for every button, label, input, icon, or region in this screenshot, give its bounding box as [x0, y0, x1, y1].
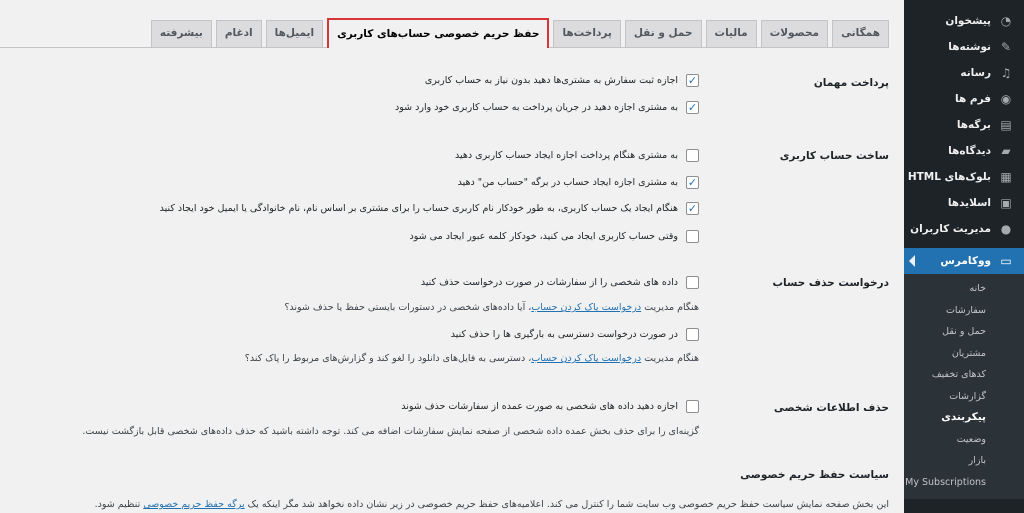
submenu-home[interactable]: خانه — [904, 278, 1024, 300]
privacy-policy-title: سیاست حفظ حریم خصوصی — [740, 469, 889, 481]
dashboard-icon: ◔ — [1000, 14, 1012, 28]
html-blocks-icon: ▦ — [1000, 170, 1012, 184]
media-icon: ♫ — [1000, 66, 1012, 80]
users-icon: ● — [1000, 222, 1012, 236]
tab-integration[interactable]: ادغام — [215, 20, 262, 47]
erasure-request-link[interactable]: درخواست پاک کردن حساب — [531, 302, 641, 313]
tab-payments[interactable]: پرداخت‌ها — [553, 20, 621, 47]
woocommerce-submenu: خانه سفارشات حمل و نقل مشتریان کدهای تخف… — [904, 274, 1024, 499]
erase-downloads-option[interactable]: در صورت درخواست دسترسی به بارگیری ها را … — [451, 328, 699, 341]
tab-products[interactable]: محصولات — [760, 20, 829, 47]
submenu-shipping[interactable]: حمل و نقل — [904, 321, 1024, 343]
tab-advanced[interactable]: بیشرفته — [150, 20, 212, 47]
sidebar-item-pages[interactable]: ▤ برگه‌ها — [904, 112, 1024, 138]
erase-order-data-option[interactable]: داده های شخصی را از سفارشات در صورت درخو… — [421, 276, 699, 289]
guest-checkout-checkbox[interactable] — [686, 74, 699, 87]
sidebar-item-woocommerce[interactable]: ▭ ووکامرس — [904, 248, 1024, 274]
woocommerce-icon: ▭ — [1000, 254, 1012, 268]
pages-icon: ▤ — [1000, 118, 1012, 132]
erase-order-data-description: هنگام مدیریت درخواست پاک کردن حساب، آیا … — [284, 302, 699, 313]
comments-icon: ▰ — [1001, 144, 1011, 158]
auto-username-option[interactable]: هنگام ایجاد یک حساب کاربری، به طور خودکا… — [160, 202, 699, 215]
sidebar-item-forms[interactable]: ◉ فرم ها — [904, 86, 1024, 112]
bulk-remove-personal-data-checkbox[interactable] — [686, 400, 699, 413]
account-on-myaccount-checkbox[interactable] — [686, 176, 699, 189]
admin-sidebar: ◔ پیشخوان ✎ نوشته‌ها ♫ رسانه ◉ فرم ها ▤ برگه‌… — [904, 0, 1024, 513]
submenu-marketplace[interactable]: بازار — [904, 450, 1024, 472]
submenu-orders[interactable]: سفارشات — [904, 300, 1024, 322]
settings-tabs: همگانی محصولات مالیات حمل و نقل پرداخت‌ه… — [0, 17, 889, 48]
forms-icon: ◉ — [1000, 92, 1012, 106]
bulk-remove-personal-data-option[interactable]: اجازه دهید داده های شخصی به صورت عمده از… — [401, 400, 699, 413]
auto-password-checkbox[interactable] — [686, 230, 699, 243]
sidebar-item-dashboard[interactable]: ◔ پیشخوان — [904, 8, 1024, 34]
tab-accounts-privacy[interactable]: حفظ حریم خصوصی حساب‌های کاربری — [327, 18, 550, 48]
sidebar-item-users[interactable]: ● مدیریت کاربران — [904, 216, 1024, 242]
erase-downloads-description: هنگام مدیریت درخواست پاک کردن حساب، دستر… — [244, 353, 699, 364]
sidebar-item-slides[interactable]: ▣ اسلایدها — [904, 190, 1024, 216]
account-on-checkout-checkbox[interactable] — [686, 149, 699, 162]
bulk-remove-description: گزینه‌ای را برای حذف بخش عمده داده شخصی … — [82, 426, 699, 437]
submenu-my-subscriptions[interactable]: My Subscriptions — [904, 472, 1024, 494]
privacy-page-link[interactable]: برگه حفظ حریم خصوصی — [143, 499, 244, 510]
guest-checkout-option[interactable]: اجازه ثبت سفارش به مشتری‌ها دهید بدون نی… — [425, 74, 699, 87]
login-during-checkout-checkbox[interactable] — [686, 101, 699, 114]
erase-order-data-checkbox[interactable] — [686, 276, 699, 289]
login-during-checkout-option[interactable]: به مشتری اجازه دهید در جریان پرداخت به ح… — [395, 101, 699, 114]
submenu-coupons[interactable]: کدهای تخفیف — [904, 364, 1024, 386]
guest-checkout-label: پرداخت مهمان — [813, 77, 889, 89]
auto-password-option[interactable]: وقتی حساب کاربری ایجاد می کنید، خودکار ک… — [410, 230, 699, 243]
pin-icon: ✎ — [1000, 40, 1012, 54]
settings-form: پرداخت مهمان اجازه ثبت سفارش به مشتری‌ها… — [9, 62, 889, 513]
slides-icon: ▣ — [1000, 196, 1012, 210]
settings-page: ◔ پیشخوان ✎ نوشته‌ها ♫ رسانه ◉ فرم ها ▤ برگه‌… — [0, 0, 1024, 513]
submenu-reports[interactable]: گزارشات — [904, 386, 1024, 408]
privacy-policy-description: این بخش صفحه نمایش سیاست حفظ حریم خصوصی … — [94, 499, 889, 510]
tab-shipping[interactable]: حمل و نقل — [624, 20, 702, 47]
submenu-customers[interactable]: مشتریان — [904, 343, 1024, 365]
sidebar-item-comments[interactable]: ▰ دیدگاه‌ها — [904, 138, 1024, 164]
account-erasure-label: درخواست حذف حساب — [772, 277, 889, 289]
account-on-checkout-option[interactable]: به مشتری هنگام پرداخت اجازه ایجاد حساب ک… — [455, 149, 699, 162]
tab-general[interactable]: همگانی — [832, 20, 889, 47]
submenu-status[interactable]: وضعیت — [904, 429, 1024, 451]
submenu-settings[interactable]: پیکربندی — [904, 407, 1024, 429]
sidebar-item-posts[interactable]: ✎ نوشته‌ها — [904, 34, 1024, 60]
account-creation-label: ساخت حساب کاربری — [779, 150, 889, 162]
auto-username-checkbox[interactable] — [686, 202, 699, 215]
sidebar-item-html-blocks[interactable]: ▦ بلوک‌های HTML — [904, 164, 1024, 190]
account-on-myaccount-option[interactable]: به مشتری اجازه ایجاد حساب در برگه "حساب … — [458, 176, 699, 189]
tab-tax[interactable]: مالیات — [705, 20, 757, 47]
sidebar-item-media[interactable]: ♫ رسانه — [904, 60, 1024, 86]
erase-downloads-checkbox[interactable] — [686, 328, 699, 341]
tab-emails[interactable]: ایمیل‌ها — [265, 20, 324, 47]
erasure-request-link-2[interactable]: درخواست پاک کردن حساب — [531, 353, 641, 364]
personal-data-removal-label: حذف اطلاعات شخصی — [773, 402, 889, 414]
